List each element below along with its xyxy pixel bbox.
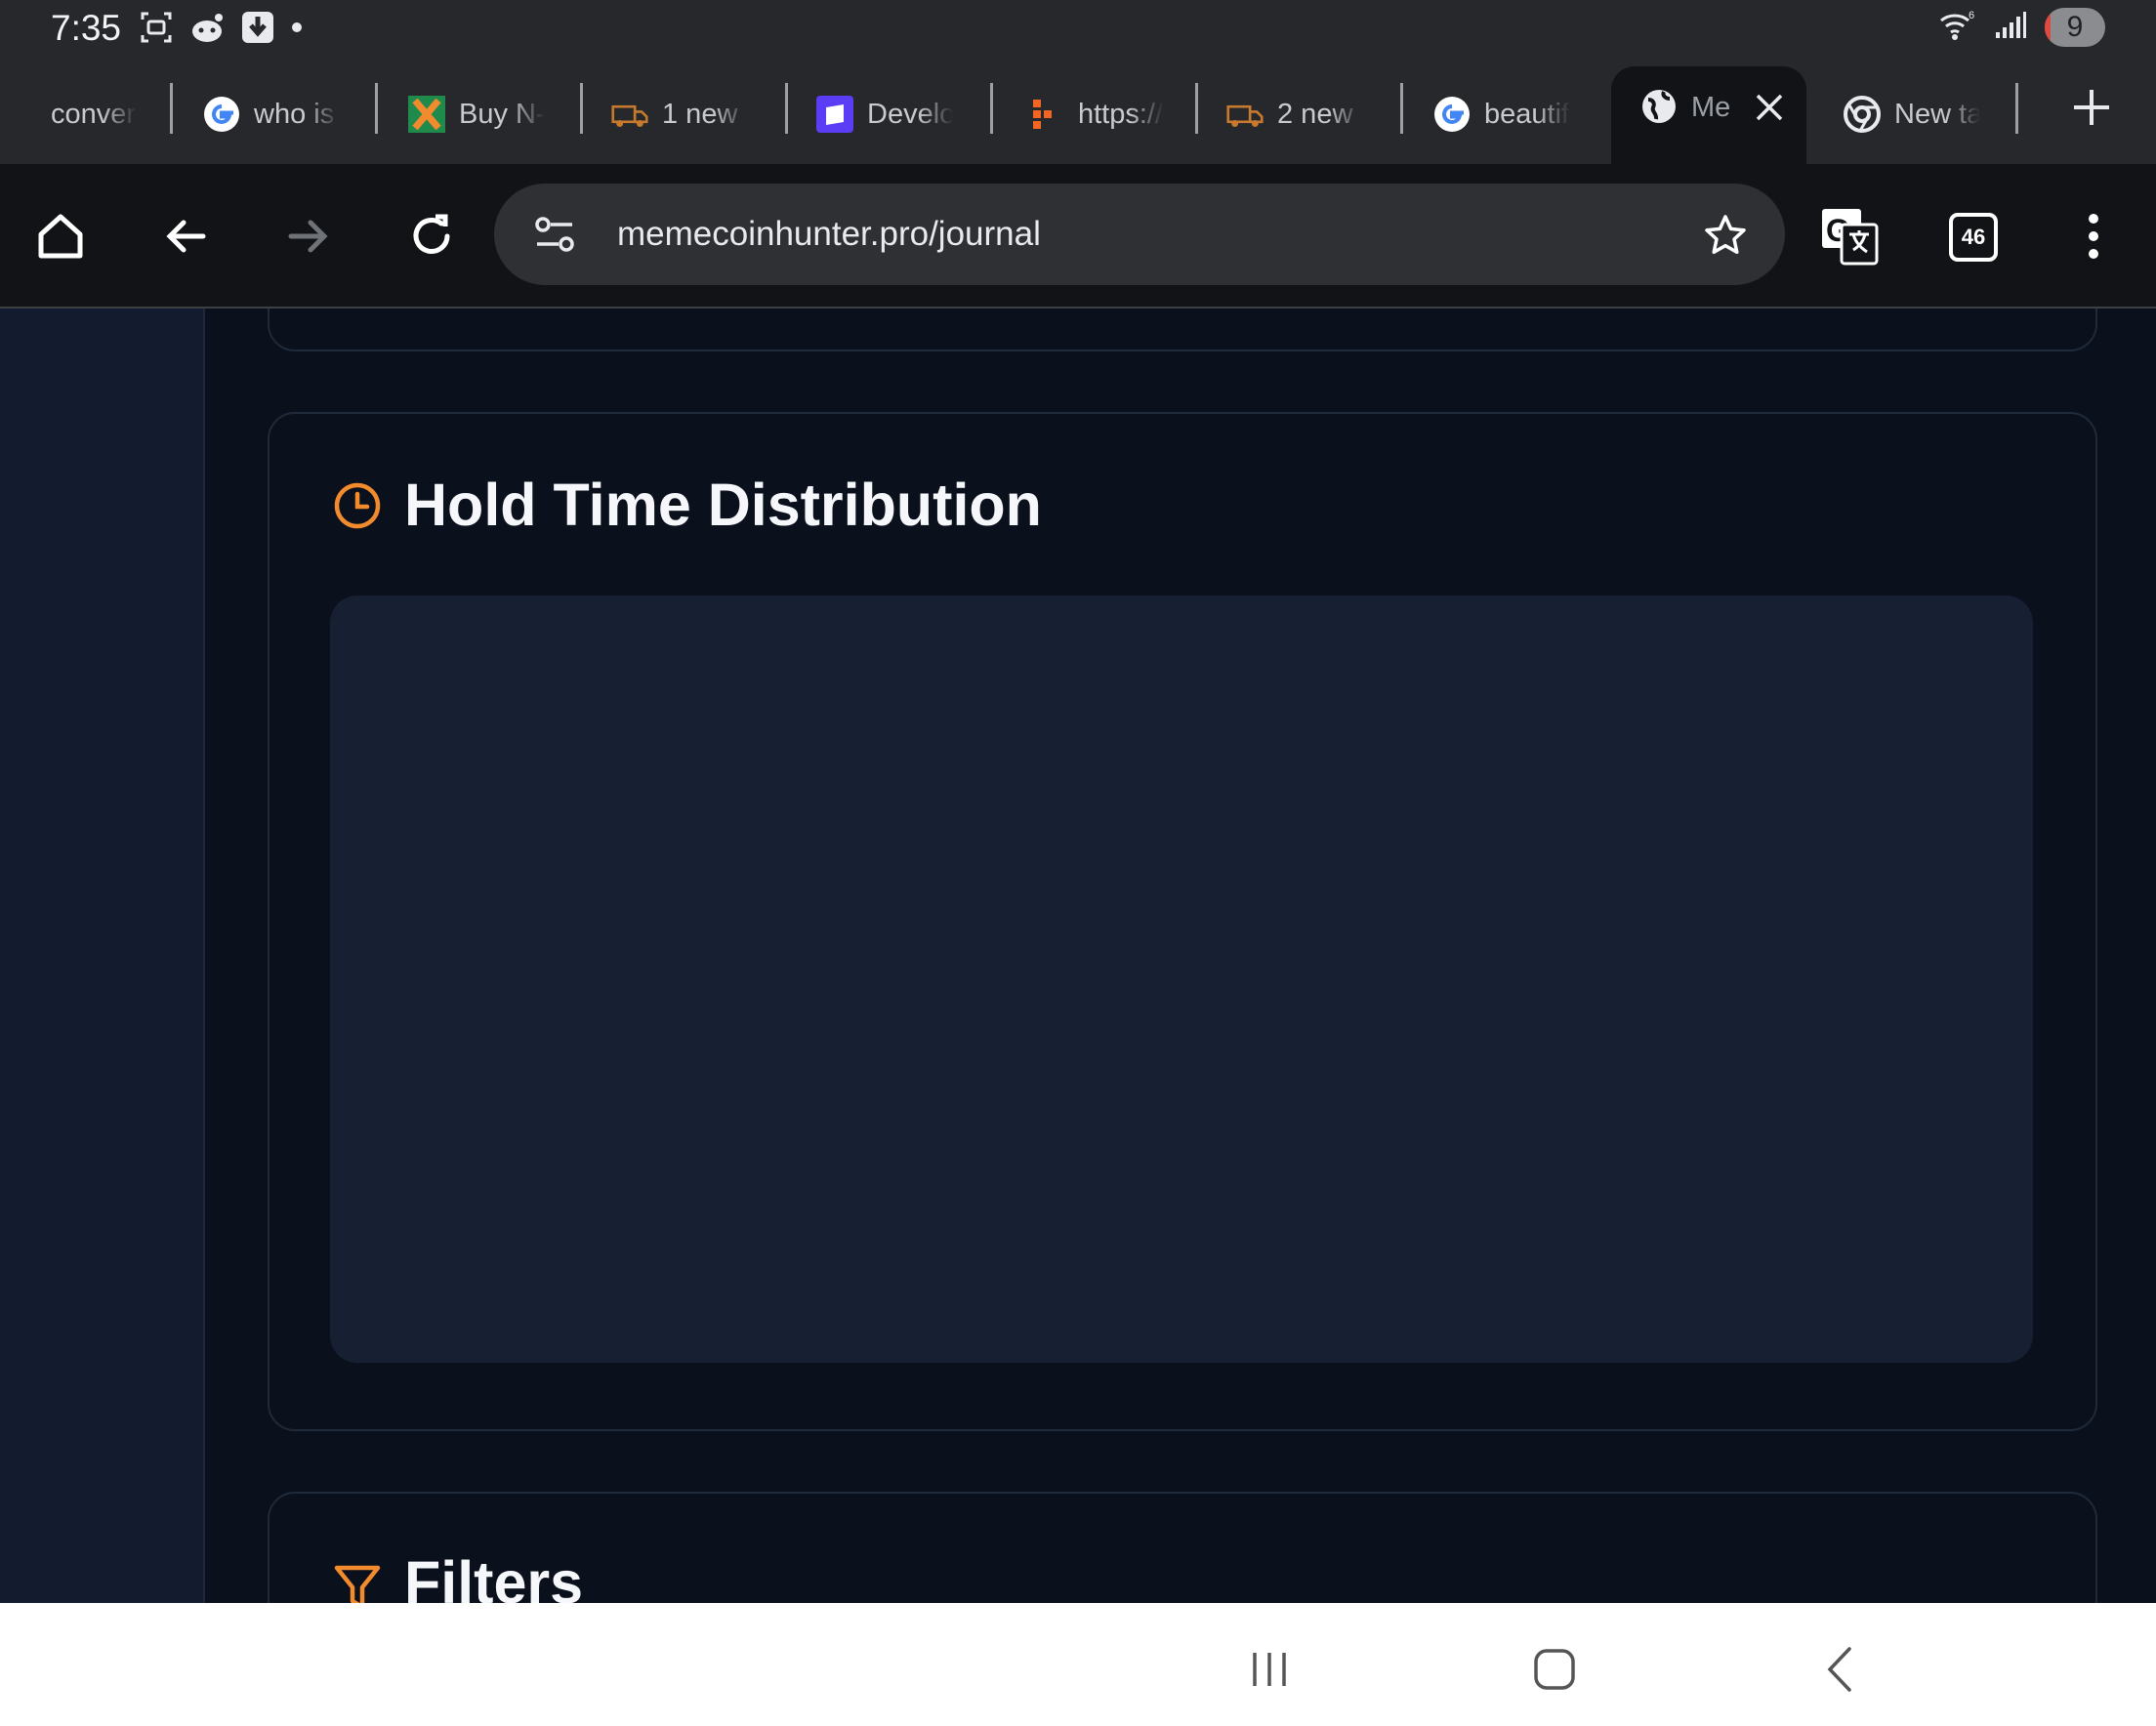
back-nav-button[interactable] <box>1810 1640 1869 1699</box>
chart-canvas <box>330 596 2033 1363</box>
tab-beautif[interactable]: beautif <box>1433 80 1570 148</box>
reload-icon <box>413 214 450 254</box>
site-settings-icon[interactable] <box>533 215 576 259</box>
address-bar[interactable]: memecoinhunter.pro/journal <box>494 184 1785 285</box>
filter-icon <box>332 1562 383 1603</box>
signal-icon <box>1994 11 2027 45</box>
home-square-icon <box>1534 1649 1575 1690</box>
dot-icon <box>289 20 305 40</box>
clock-icon <box>332 480 383 536</box>
tab-separator <box>2015 83 2018 134</box>
tab-separator <box>990 83 993 134</box>
battery-level: 9 <box>2066 11 2084 43</box>
menu-button[interactable] <box>2068 211 2119 262</box>
plus-icon <box>2074 90 2109 125</box>
globe-icon <box>1640 88 1678 130</box>
tab-separator <box>170 83 173 134</box>
x-logo-icon <box>408 96 445 133</box>
chrome-icon <box>1844 96 1881 133</box>
tab-develo[interactable]: Develo <box>816 80 953 148</box>
new-tab-button[interactable] <box>2070 86 2113 134</box>
truck-icon <box>1226 96 1264 133</box>
tab-switcher-button[interactable]: 46 <box>1949 213 1998 262</box>
more-vert-icon <box>2089 214 2098 259</box>
wifi-label: 6 <box>1969 10 1974 21</box>
tab-label: 1 new r <box>662 98 748 130</box>
truck-icon <box>611 96 648 133</box>
google-icon <box>1433 96 1471 133</box>
tab-label: New ta <box>1894 98 1980 130</box>
tab-label: https:// <box>1078 98 1164 130</box>
tab-new-tab[interactable]: New ta <box>1844 80 1980 148</box>
back-chevron-icon <box>1827 1647 1851 1692</box>
home-nav-button[interactable] <box>1525 1640 1584 1699</box>
hold-time-title: Hold Time Distribution <box>404 472 1042 538</box>
status-bar: 7:35 6 9 <box>0 0 2156 61</box>
tab-label: Develo <box>867 98 953 130</box>
tab-separator <box>1195 83 1198 134</box>
recents-icon <box>1253 1653 1286 1686</box>
google-icon <box>203 96 240 133</box>
clock: 7:35 <box>51 8 122 48</box>
browser-toolbar: memecoinhunter.pro/journal G 46 <box>0 164 2156 308</box>
home-icon <box>38 214 83 259</box>
tab-label: conver <box>51 98 137 130</box>
forward-button[interactable] <box>283 211 334 262</box>
tab-conver[interactable]: conver <box>51 80 137 148</box>
battery-indicator: 9 <box>2045 8 2105 47</box>
home-button[interactable] <box>35 211 86 262</box>
reddit-icon <box>187 10 227 50</box>
reload-button[interactable] <box>406 211 457 262</box>
tab-label: Me <box>1691 92 1731 123</box>
back-arrow-icon <box>166 220 206 253</box>
tab-separator <box>785 83 788 134</box>
tab-label: who is <box>254 98 335 130</box>
tab-2-new[interactable]: 2 new r <box>1226 80 1363 148</box>
translate-button[interactable]: G <box>1820 207 1879 266</box>
tab-separator <box>375 83 378 134</box>
screenshot-icon <box>139 10 174 50</box>
system-nav-bar <box>0 1603 2156 1726</box>
tab-1-new[interactable]: 1 new r <box>611 80 748 148</box>
tab-separator <box>1400 83 1403 134</box>
filters-title: Filters <box>404 1549 584 1603</box>
tab-separator <box>580 83 583 134</box>
purple-app-icon <box>816 96 853 133</box>
tab-label: Buy N- <box>459 98 545 130</box>
translate-icon: G <box>1822 209 1879 266</box>
tab-https[interactable]: https:// <box>1027 80 1164 148</box>
back-button[interactable] <box>160 211 211 262</box>
hold-time-chart <box>330 596 2033 1363</box>
bookmark-star-icon[interactable] <box>1703 213 1748 263</box>
close-tab-icon[interactable] <box>1752 90 1787 130</box>
previous-card <box>268 308 2097 351</box>
tab-buy[interactable]: Buy N- <box>408 80 545 148</box>
tab-who-is[interactable]: who is <box>203 80 340 148</box>
orange-blocks-icon <box>1027 96 1064 133</box>
tab-label: 2 new r <box>1277 98 1363 130</box>
sidebar <box>0 308 205 1603</box>
download-icon <box>240 10 275 50</box>
filters-card: Filters <box>268 1492 2097 1603</box>
tab-active[interactable]: Me <box>1611 66 1806 164</box>
url-text[interactable]: memecoinhunter.pro/journal <box>617 215 1041 254</box>
page-content: Hold Time Distribution Filters <box>0 308 2156 1603</box>
wifi-icon: 6 <box>1937 9 1976 47</box>
hold-time-card: Hold Time Distribution <box>268 412 2097 1431</box>
tab-label: beautif <box>1484 98 1570 130</box>
forward-arrow-icon <box>288 220 328 253</box>
recent-apps-button[interactable] <box>1240 1640 1299 1699</box>
